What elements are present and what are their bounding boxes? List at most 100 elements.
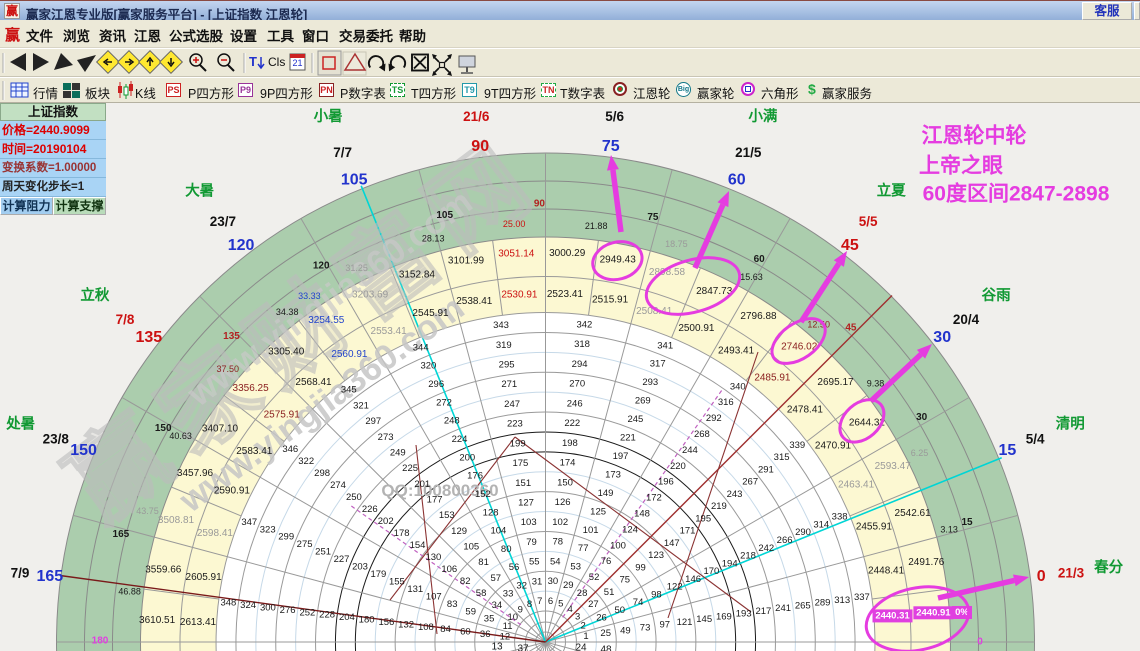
svg-text:156: 156 — [378, 617, 394, 628]
svg-text:321: 321 — [353, 400, 369, 411]
svg-text:150: 150 — [70, 442, 97, 459]
svg-text:21.88: 21.88 — [585, 221, 608, 231]
svg-text:105: 105 — [436, 210, 453, 221]
svg-text:124: 124 — [622, 524, 638, 535]
svg-text:3: 3 — [575, 611, 580, 622]
svg-text:2448.41: 2448.41 — [868, 565, 905, 576]
svg-text:56: 56 — [509, 562, 520, 573]
svg-text:271: 271 — [501, 379, 517, 390]
svg-text:196: 196 — [658, 477, 674, 488]
svg-text:2440.91: 2440.91 — [916, 607, 951, 618]
svg-text:2463.41: 2463.41 — [838, 480, 875, 491]
svg-text:59: 59 — [465, 606, 476, 617]
svg-text:297: 297 — [365, 416, 381, 427]
svg-text:76: 76 — [601, 556, 612, 567]
svg-text:103: 103 — [521, 517, 537, 528]
svg-text:199: 199 — [510, 438, 526, 449]
svg-text:7/7: 7/7 — [333, 145, 352, 160]
svg-text:江恩轮中轮: 江恩轮中轮 — [922, 124, 1027, 148]
svg-text:Cls: Cls — [268, 55, 285, 69]
svg-text:245: 245 — [627, 414, 643, 425]
svg-text:3254.55: 3254.55 — [308, 315, 345, 326]
svg-text:120: 120 — [228, 237, 255, 254]
svg-text:52: 52 — [589, 572, 600, 583]
svg-text:15: 15 — [999, 442, 1017, 459]
svg-text:60度区间2847-2898: 60度区间2847-2898 — [923, 182, 1110, 206]
svg-text:2515.91: 2515.91 — [592, 295, 629, 306]
svg-text:324: 324 — [240, 600, 256, 611]
svg-text:150: 150 — [155, 423, 172, 434]
svg-text:132: 132 — [398, 619, 414, 630]
svg-text:37: 37 — [517, 644, 529, 651]
svg-text:3508.81: 3508.81 — [158, 515, 195, 526]
svg-text:24: 24 — [575, 643, 587, 651]
svg-text:75: 75 — [620, 575, 631, 586]
svg-text:98: 98 — [651, 589, 662, 600]
svg-text:313: 313 — [834, 595, 850, 606]
svg-text:2796.88: 2796.88 — [740, 311, 777, 322]
svg-text:292: 292 — [706, 413, 722, 424]
svg-text:处暑: 处暑 — [5, 415, 35, 433]
svg-text:149: 149 — [598, 488, 614, 499]
svg-text:294: 294 — [572, 359, 588, 370]
svg-text:217: 217 — [755, 606, 771, 617]
svg-text:2500.91: 2500.91 — [678, 323, 715, 334]
svg-text:6: 6 — [548, 596, 553, 607]
svg-text:248: 248 — [444, 416, 460, 427]
svg-text:21/5: 21/5 — [735, 145, 762, 160]
svg-text:2538.41: 2538.41 — [456, 296, 493, 307]
svg-text:151: 151 — [515, 478, 531, 489]
svg-text:219: 219 — [711, 501, 727, 512]
svg-text:35: 35 — [484, 614, 495, 625]
svg-text:78: 78 — [553, 537, 564, 548]
svg-text:202: 202 — [378, 516, 394, 527]
svg-text:29: 29 — [563, 580, 574, 591]
svg-text:25: 25 — [600, 628, 611, 639]
svg-text:21/6: 21/6 — [463, 109, 490, 124]
svg-text:2949.43: 2949.43 — [600, 254, 637, 265]
svg-text:3051.14: 3051.14 — [498, 249, 535, 260]
svg-text:100: 100 — [610, 540, 626, 551]
svg-text:226: 226 — [362, 504, 378, 515]
svg-text:250: 250 — [346, 492, 362, 503]
svg-text:3610.51: 3610.51 — [139, 615, 176, 626]
svg-text:6.25: 6.25 — [911, 448, 929, 458]
svg-text:小满: 小满 — [748, 107, 777, 125]
svg-text:3457.96: 3457.96 — [177, 468, 214, 479]
svg-text:246: 246 — [567, 398, 583, 409]
svg-text:318: 318 — [574, 339, 590, 350]
svg-text:立夏: 立夏 — [877, 181, 906, 199]
svg-text:176: 176 — [467, 471, 483, 482]
svg-text:31: 31 — [532, 576, 543, 587]
svg-text:49: 49 — [620, 625, 631, 636]
svg-text:36: 36 — [480, 629, 491, 640]
svg-text:223: 223 — [507, 419, 523, 430]
svg-text:83: 83 — [447, 599, 458, 610]
svg-text:172: 172 — [646, 493, 662, 504]
svg-text:2478.41: 2478.41 — [787, 405, 824, 416]
svg-text:174: 174 — [560, 458, 576, 469]
svg-text:135: 135 — [135, 329, 162, 346]
svg-text:春分: 春分 — [1094, 558, 1123, 576]
svg-text:2605.91: 2605.91 — [186, 572, 223, 583]
svg-text:75: 75 — [602, 138, 620, 155]
svg-text:2491.76: 2491.76 — [908, 557, 945, 568]
svg-text:3203.69: 3203.69 — [352, 289, 389, 300]
svg-text:9: 9 — [518, 604, 523, 615]
svg-text:上帝之眼: 上帝之眼 — [919, 154, 1003, 178]
svg-text:169: 169 — [716, 611, 732, 622]
svg-text:105: 105 — [341, 172, 368, 189]
svg-text:13: 13 — [491, 642, 503, 651]
svg-text:46.88: 46.88 — [118, 586, 141, 596]
svg-text:77: 77 — [578, 543, 589, 554]
svg-text:小暑: 小暑 — [314, 108, 343, 125]
svg-text:18.75: 18.75 — [665, 239, 688, 249]
svg-text:243: 243 — [727, 489, 743, 500]
svg-text:148: 148 — [634, 509, 650, 520]
svg-text:34.38: 34.38 — [276, 307, 299, 317]
svg-text:180: 180 — [359, 615, 375, 626]
svg-text:81: 81 — [478, 557, 489, 568]
svg-text:7: 7 — [537, 596, 542, 607]
svg-text:165: 165 — [36, 568, 63, 585]
svg-text:2485.91: 2485.91 — [754, 373, 791, 384]
